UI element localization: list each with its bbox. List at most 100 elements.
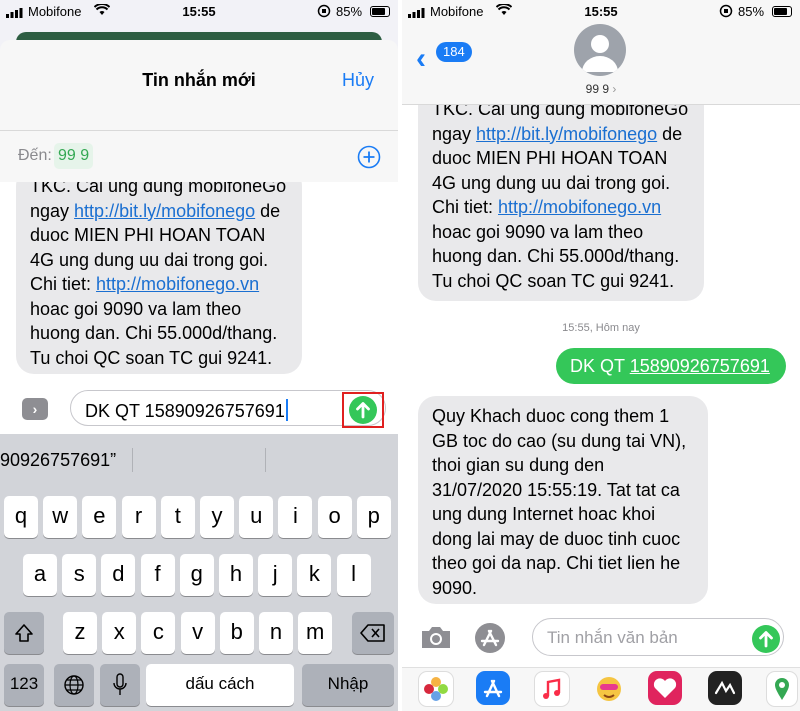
key-f[interactable]: f [140, 554, 175, 596]
message-line: ngay http://bit.ly/mobifonego de [30, 200, 281, 221]
here-logo-icon [714, 680, 736, 695]
key-n[interactable]: n [259, 612, 293, 654]
app-store-app-icon[interactable] [476, 671, 510, 705]
battery-icon [772, 6, 792, 17]
person-icon [582, 35, 618, 72]
new-message-header: Tin nhắn mới Hủy [0, 40, 398, 130]
contact-name[interactable]: 99 9 › [402, 82, 800, 96]
message-link[interactable]: http://bit.ly/mobifonego [476, 124, 657, 144]
chevron-right-icon: › [612, 82, 617, 96]
dictation-key[interactable] [100, 664, 140, 706]
orientation-lock-icon [719, 4, 733, 18]
message-input[interactable]: Tin nhắn văn bản [532, 618, 784, 656]
composer: Tin nhắn văn bản [402, 612, 800, 667]
key-y[interactable]: y [200, 496, 234, 538]
key-o[interactable]: o [317, 496, 352, 538]
keyboard: qwertyuiopasdfghjklzxcvbnm 123 dấu cách … [0, 486, 398, 711]
suggestion-divider [265, 448, 266, 472]
key-l[interactable]: l [336, 554, 371, 596]
recipient-row[interactable]: Đến: 99 9 [0, 130, 398, 184]
contact-avatar[interactable] [574, 24, 626, 76]
message-timestamp: 15:55, Hôm nay [562, 322, 640, 334]
key-a[interactable]: a [23, 554, 57, 596]
photos-flower-icon [424, 677, 448, 701]
suggestion-item[interactable]: 90926757691” [0, 450, 116, 471]
message-link[interactable]: http://bit.ly/mobifonego [74, 201, 255, 221]
key-g[interactable]: g [179, 554, 214, 596]
memoji-app-icon[interactable] [592, 671, 626, 705]
maps-app-icon[interactable] [766, 671, 798, 707]
battery-percent: 85% [738, 4, 765, 19]
key-e[interactable]: e [82, 496, 117, 538]
key-w[interactable]: w [43, 496, 78, 538]
message-placeholder: Tin nhắn văn bản [547, 628, 678, 647]
reply-line: 9090. [432, 577, 478, 598]
status-bar: Mobifone 15:55 85% [402, 0, 800, 24]
message-line: 4G ung dung uu dai trong goi. [432, 172, 671, 193]
shift-key[interactable] [4, 612, 44, 654]
message-line: duoc MIEN PHI HOAN TOAN [432, 148, 668, 168]
key-b[interactable]: b [219, 612, 254, 654]
key-i[interactable]: i [278, 496, 313, 538]
key-z[interactable]: z [63, 612, 97, 654]
app-tray [402, 667, 800, 711]
message-line: TKC. Cai ung dung mobifoneGo [432, 105, 689, 119]
send-button[interactable] [752, 625, 780, 653]
key-k[interactable]: k [297, 554, 332, 596]
suggestion-divider [132, 448, 133, 472]
send-button[interactable] [349, 396, 377, 424]
message-line: Tu choi QC soan TC gui 9241. [30, 347, 273, 368]
key-q[interactable]: q [4, 496, 38, 538]
photos-app-icon[interactable] [418, 671, 454, 707]
phone-number-link[interactable]: 15890926757691 [630, 356, 770, 376]
numbers-key[interactable]: 123 [4, 664, 44, 706]
message-line: ngay http://bit.ly/mobifonego de [432, 123, 683, 144]
globe-key[interactable] [54, 664, 94, 706]
battery-percent: 85% [336, 4, 363, 19]
key-p[interactable]: p [356, 496, 391, 538]
message-link[interactable]: http://mobifonego.vn [498, 197, 661, 217]
message-link[interactable]: http://mobifonego.vn [96, 274, 259, 294]
key-j[interactable]: j [258, 554, 293, 596]
key-x[interactable]: x [102, 612, 137, 654]
return-key[interactable]: Nhập [302, 664, 394, 706]
incoming-message: TKC. Cai ung dung mobifoneGo ngay http:/… [16, 182, 302, 374]
space-key[interactable]: dấu cách [146, 664, 294, 706]
key-m[interactable]: m [298, 612, 333, 654]
camera-icon[interactable] [420, 624, 452, 650]
incoming-reply: Quy Khach duoc cong them 1 GB toc do cao… [418, 396, 708, 604]
shift-icon [15, 624, 33, 642]
here-app-icon[interactable] [708, 671, 742, 705]
conversation-scroll: TKC. Cai ung dung mobifoneGo ngay http:/… [402, 105, 800, 305]
recipient-label: Đến: [18, 147, 52, 164]
music-note-icon [543, 678, 561, 699]
unread-count-badge[interactable]: 184 [436, 42, 472, 62]
key-v[interactable]: v [180, 612, 215, 654]
message-input[interactable]: DK QT 15890926757691 [70, 390, 386, 426]
key-s[interactable]: s [62, 554, 97, 596]
apps-drawer-button[interactable]: › [22, 398, 48, 420]
reply-line: dong lai may de duoc tinh cuoc [432, 528, 681, 549]
key-r[interactable]: r [121, 496, 156, 538]
key-t[interactable]: t [160, 496, 195, 538]
key-h[interactable]: h [219, 554, 253, 596]
key-d[interactable]: d [101, 554, 136, 596]
key-u[interactable]: u [239, 496, 274, 538]
back-chevron-icon[interactable]: ‹ [416, 42, 426, 76]
heart-icon [653, 678, 677, 698]
microphone-icon [113, 673, 127, 695]
key-c[interactable]: c [141, 612, 176, 654]
add-contact-icon[interactable] [357, 145, 381, 169]
app-store-icon[interactable] [474, 622, 506, 654]
message-line: TKC. Cai ung dung mobifoneGo [30, 182, 287, 196]
reply-line: Quy Khach duoc cong them 1 [432, 406, 670, 426]
music-app-icon[interactable] [534, 671, 570, 707]
heart-app-icon[interactable] [648, 671, 682, 705]
cancel-button[interactable]: Hủy [342, 70, 374, 91]
arrow-up-icon [356, 402, 370, 419]
arrow-up-icon [759, 631, 773, 648]
backspace-key[interactable] [352, 612, 394, 654]
conversation-area: TKC. Cai ung dung mobifoneGo ngay http:/… [0, 182, 398, 382]
text-cursor [285, 399, 288, 421]
recipient-chip[interactable]: 99 9 [54, 143, 94, 169]
